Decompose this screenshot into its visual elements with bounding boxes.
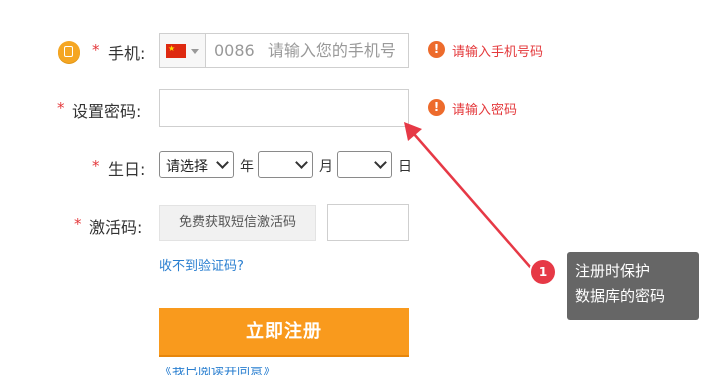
- annotation-tooltip: 注册时保护 数据库的密码: [567, 252, 699, 320]
- arrow-line: [413, 133, 532, 269]
- arrow-head: [404, 122, 422, 141]
- annotation-number-badge: 1: [531, 260, 555, 284]
- tooltip-line: 注册时保护: [575, 262, 651, 280]
- tooltip-line: 数据库的密码: [575, 287, 666, 305]
